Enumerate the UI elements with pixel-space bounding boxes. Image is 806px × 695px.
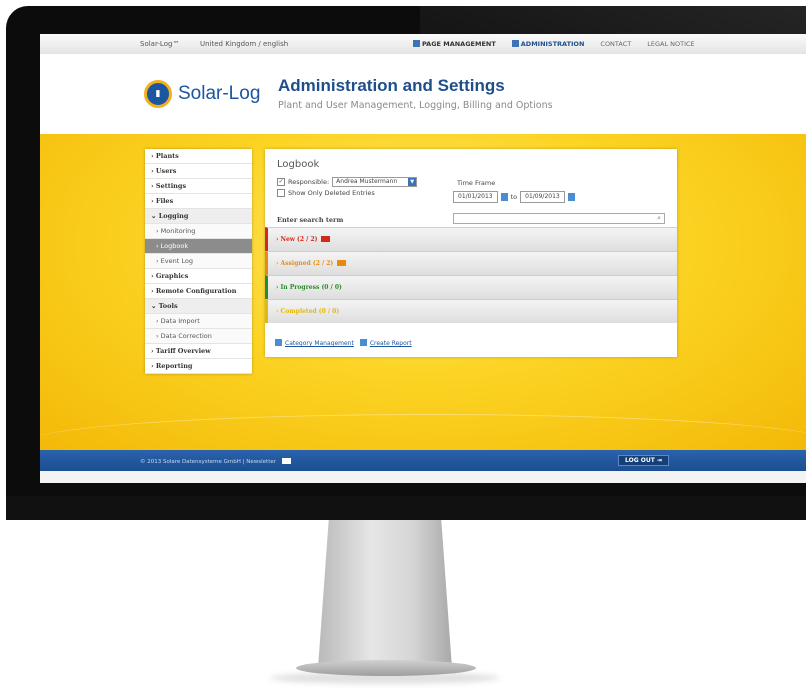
calendar-icon[interactable]: [567, 193, 575, 201]
page-icon: [413, 40, 420, 47]
deleted-checkbox[interactable]: [277, 189, 285, 197]
create-report-link[interactable]: Create Report: [359, 339, 412, 347]
sidebar-item-tools[interactable]: ⌄ Tools: [145, 299, 252, 314]
responsible-row: ✓ Responsible: Andrea Mustermann ▼: [277, 177, 418, 187]
search-icon: ⌕: [657, 214, 661, 222]
sidebar-item-event-log[interactable]: › Event Log: [145, 254, 252, 269]
sidebar-item-data-import[interactable]: › Data Import: [145, 314, 252, 329]
nav-administration[interactable]: ADMINISTRATION: [506, 38, 591, 50]
deleted-row: Show Only Deleted Entries: [277, 189, 375, 197]
mail-icon: [337, 260, 347, 266]
bottom-bar: © 2013 Solare Datensysteme GmbH | Newsle…: [40, 450, 806, 471]
sidebar-item-data-correction[interactable]: › Data Correction: [145, 329, 252, 344]
logo-icon: ▮: [144, 80, 172, 108]
sidebar-item-logbook[interactable]: › Logbook: [145, 239, 252, 254]
category-management-link[interactable]: Category Management: [275, 339, 354, 347]
mail-icon: [321, 236, 331, 242]
date-to-input[interactable]: 01/09/2013: [520, 191, 565, 203]
sidebar-item-logging[interactable]: ⌄ Logging: [145, 209, 252, 224]
search-label: Enter search term: [277, 216, 344, 224]
status-row-completed[interactable]: › Completed (0 / 0): [265, 299, 677, 323]
status-row-new[interactable]: › New (2 / 2): [265, 227, 677, 251]
user-icon: [511, 40, 519, 47]
sidebar: › Plants › Users › Settings › Files ⌄ Lo…: [145, 149, 252, 374]
logbook-title: Logbook: [277, 159, 320, 170]
to-label: to: [510, 193, 518, 201]
status-row-in-progress[interactable]: › In Progress (0 / 0): [265, 275, 677, 299]
deleted-label: Show Only Deleted Entries: [288, 189, 375, 197]
nav-legal-notice[interactable]: LEGAL NOTICE: [641, 38, 700, 50]
logo-text: Solar-Log: [178, 83, 261, 104]
page-subtitle: Plant and User Management, Logging, Bill…: [278, 100, 553, 111]
page-title: Administration and Settings: [278, 76, 505, 95]
sidebar-item-tariff-overview[interactable]: › Tariff Overview: [145, 344, 252, 359]
sidebar-item-files[interactable]: › Files: [145, 194, 252, 209]
category-icon: [275, 339, 282, 346]
search-input[interactable]: ⌕: [453, 213, 665, 224]
nav-label: ADMINISTRATION: [520, 40, 585, 48]
timeframe-row: 01/01/2013 to 01/09/2013: [453, 191, 575, 203]
sidebar-item-monitoring[interactable]: › Monitoring: [145, 224, 252, 239]
nav-page-management[interactable]: PAGE MANAGEMENT: [407, 38, 502, 50]
sidebar-item-remote-configuration[interactable]: › Remote Configuration: [145, 284, 252, 299]
monitor-base: [296, 660, 476, 676]
responsible-select[interactable]: Andrea Mustermann ▼: [332, 177, 418, 187]
copyright: © 2013 Solare Datensysteme GmbH | Newsle…: [140, 458, 291, 465]
sidebar-item-reporting[interactable]: › Reporting: [145, 359, 252, 374]
chevron-down-icon: ▼: [408, 178, 417, 186]
sidebar-item-graphics[interactable]: › Graphics: [145, 269, 252, 284]
monitor-stand: [318, 520, 452, 668]
nav-contact[interactable]: CONTACT: [594, 38, 637, 50]
sidebar-item-settings[interactable]: › Settings: [145, 179, 252, 194]
sidebar-item-users[interactable]: › Users: [145, 164, 252, 179]
add-icon: [359, 339, 367, 346]
sidebar-item-plants[interactable]: › Plants: [145, 149, 252, 164]
header: ▮ Solar-Log Administration and Settings …: [40, 54, 806, 134]
panel-links: Category Management Create Report: [275, 339, 412, 347]
language-selector[interactable]: United Kingdom / english: [200, 40, 288, 48]
top-bar: Solar-Log™ United Kingdom / english PAGE…: [40, 34, 806, 55]
status-row-assigned[interactable]: › Assigned (2 / 2): [265, 251, 677, 275]
responsible-label: Responsible:: [288, 178, 330, 186]
responsible-checkbox[interactable]: ✓: [277, 178, 285, 186]
screen: Solar-Log™ United Kingdom / english PAGE…: [40, 34, 806, 483]
logout-button[interactable]: LOG OUT ⇥: [618, 455, 669, 466]
nav-label: PAGE MANAGEMENT: [422, 40, 496, 48]
logbook-panel: Logbook ✓ Responsible: Andrea Mustermann…: [265, 149, 677, 357]
top-brand[interactable]: Solar-Log™: [140, 40, 179, 48]
timeframe-label: Time Frame: [457, 179, 496, 187]
solar-log-logo[interactable]: ▮ Solar-Log: [144, 80, 260, 108]
top-nav: PAGE MANAGEMENT ADMINISTRATION CONTACT L…: [407, 38, 701, 50]
calendar-icon[interactable]: [500, 193, 508, 201]
newsletter-icon[interactable]: [281, 458, 291, 464]
date-from-input[interactable]: 01/01/2013: [453, 191, 498, 203]
